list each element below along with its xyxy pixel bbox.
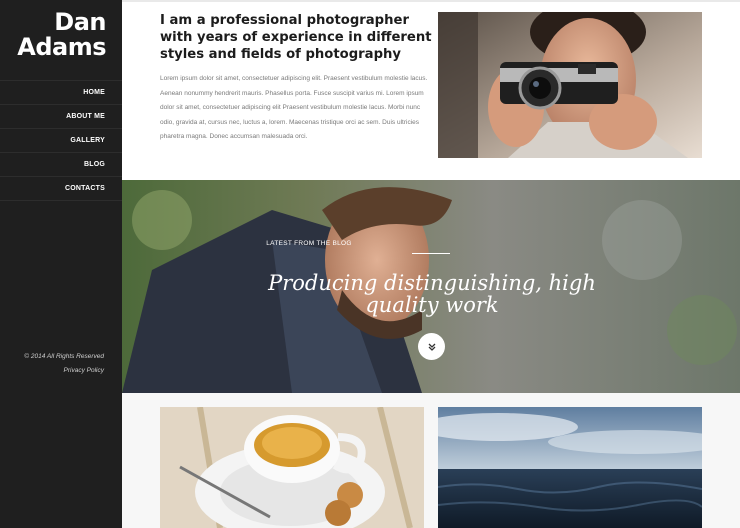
scroll-down-button[interactable] xyxy=(418,333,445,360)
privacy-policy-link[interactable]: Privacy Policy xyxy=(24,364,104,378)
logo-last-name: Adams xyxy=(17,33,106,61)
sea-photo[interactable] xyxy=(438,407,702,528)
nav-item-home[interactable]: HOME xyxy=(0,80,122,105)
main-nav: HOME ABOUT ME GALLERY BLOG CONTACTS xyxy=(0,80,122,201)
nav-item-about-me[interactable]: ABOUT ME xyxy=(0,105,122,129)
nav-item-gallery[interactable]: GALLERY xyxy=(0,129,122,153)
copyright-text: © 2014 All Rights Reserved xyxy=(24,353,104,360)
top-divider xyxy=(122,0,740,2)
hero-divider xyxy=(412,253,450,254)
hero-title: Producing distinguishing, high quality w… xyxy=(268,271,596,317)
coffee-photo[interactable] xyxy=(160,407,424,528)
logo-first-name: Dan xyxy=(54,8,106,36)
intro-body: Lorem ipsum dolor sit amet, consectetuer… xyxy=(160,75,428,140)
site-logo[interactable]: Dan Adams xyxy=(17,10,106,60)
hero-label: LATEST FROM THE BLOG xyxy=(266,240,352,247)
sidebar-footer: © 2014 All Rights Reserved Privacy Polic… xyxy=(24,350,104,378)
photographer-photo xyxy=(438,12,702,158)
nav-item-blog[interactable]: BLOG xyxy=(0,153,122,177)
intro-heading: I am a professional photographer with ye… xyxy=(160,13,432,62)
nav-item-contacts[interactable]: CONTACTS xyxy=(0,177,122,201)
sidebar: Dan Adams HOME ABOUT ME GALLERY BLOG CON… xyxy=(0,0,122,528)
chevron-double-down-icon xyxy=(427,342,437,352)
